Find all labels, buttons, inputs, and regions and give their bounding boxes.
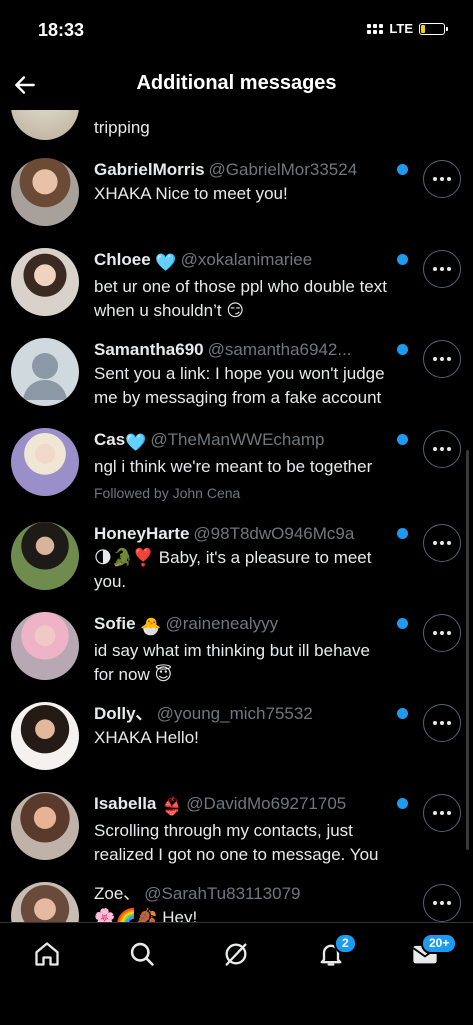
sender-handle: @SarahTu83113079: [144, 884, 301, 903]
sender-name: Isabella: [94, 794, 157, 813]
sender-handle: @TheManWWEchamp: [150, 430, 325, 449]
more-options-button[interactable]: [423, 524, 461, 562]
sender-handle: @samantha6942...: [207, 340, 352, 359]
more-options-button[interactable]: [423, 250, 461, 288]
name-emoji: 🐣: [140, 617, 162, 636]
more-options-button[interactable]: [423, 794, 461, 832]
conversation-list[interactable]: tripping GabrielMorris @GabrielMor33524 X…: [0, 110, 473, 922]
unread-dot: [397, 708, 408, 719]
network-label: LTE: [389, 21, 413, 36]
avatar: [11, 248, 79, 316]
unread-dot: [397, 434, 408, 445]
sender-name: HoneyHarte: [94, 524, 190, 543]
grok-icon[interactable]: [219, 937, 253, 971]
signal-icon: [367, 23, 384, 34]
conversation-row-partial[interactable]: tripping: [0, 110, 473, 140]
sender-handle: @young_mich75532: [156, 704, 313, 723]
more-options-button[interactable]: [423, 430, 461, 468]
more-options-button[interactable]: [423, 704, 461, 742]
scrollbar[interactable]: [466, 450, 469, 850]
conversation-row[interactable]: GabrielMorris @GabrielMor33524 XHAKA Nice…: [0, 158, 473, 248]
avatar: [11, 792, 79, 860]
avatar: [11, 158, 79, 226]
message-preview: XHAKA Hello!: [94, 728, 199, 747]
page-title: Additional messages: [136, 72, 337, 94]
battery-icon: [419, 22, 448, 35]
unread-dot: [397, 528, 408, 539]
sender-name: Zoe、: [94, 884, 141, 903]
more-options-button[interactable]: [423, 614, 461, 652]
sender-name: Sofie: [94, 614, 136, 633]
sender-handle: @GabrielMor33524: [208, 160, 358, 179]
name-emoji: 👙: [161, 797, 183, 816]
avatar: [11, 522, 79, 590]
sender-name: Samantha690: [94, 340, 204, 359]
name-emoji: 🩵: [125, 433, 147, 452]
sender-handle: @DavidMo69271705: [186, 794, 347, 813]
avatar: [11, 110, 79, 140]
more-options-button[interactable]: [423, 340, 461, 378]
avatar: [11, 612, 79, 680]
conversation-row[interactable]: Isabella 👙 @DavidMo69271705 Scrolling thr…: [0, 792, 473, 882]
header: Additional messages: [0, 60, 473, 110]
conversation-row[interactable]: Sofie 🐣 @rainenealyyy id say what im thin…: [0, 612, 473, 702]
avatar: [11, 702, 79, 770]
sender-name: Cas: [94, 430, 126, 449]
sender-handle: @xokalanimariee: [180, 250, 313, 269]
message-preview: tripping: [94, 118, 150, 137]
more-options-button[interactable]: [423, 884, 461, 922]
message-preview: 🌸🌈🍂 Hey!: [94, 908, 198, 922]
message-preview: bet ur one of those ppl who double text …: [94, 277, 387, 320]
more-options-button[interactable]: [423, 160, 461, 198]
message-preview: id say what im thinking but ill behave f…: [94, 641, 370, 684]
unread-dot: [397, 254, 408, 265]
conversation-row[interactable]: Dolly、 @young_mich75532 XHAKA Hello!: [0, 702, 473, 792]
conversation-row[interactable]: Zoe、 @SarahTu83113079 🌸🌈🍂 Hey!: [0, 882, 473, 922]
sender-name: Chloee: [94, 250, 151, 269]
avatar: [11, 428, 79, 496]
unread-dot: [397, 798, 408, 809]
sender-handle: @rainenealyyy: [165, 614, 279, 633]
message-preview: ngl i think we're meant to be together: [94, 457, 373, 476]
conversation-row[interactable]: Chloee 🩵 @xokalanimariee bet ur one of th…: [0, 248, 473, 338]
bottom-nav: 2 20+: [0, 922, 473, 1025]
messages-badge: 20+: [421, 933, 458, 954]
unread-dot: [397, 344, 408, 355]
sender-handle: @98T8dwO946Mc9a: [193, 524, 355, 543]
home-icon[interactable]: [30, 937, 64, 971]
search-icon[interactable]: [125, 937, 159, 971]
message-preview: XHAKA Nice to meet you!: [94, 184, 288, 203]
status-icons: LTE: [367, 21, 448, 36]
notifications-badge: 2: [334, 933, 357, 954]
conversation-row[interactable]: HoneyHarte @98T8dwO946Mc9a 🌗🐊❣️ Baby, it'…: [0, 522, 473, 612]
status-time: 18:33: [38, 20, 85, 40]
conversation-row[interactable]: Samantha690 @samantha6942... Sent you a l…: [0, 338, 473, 428]
message-preview: 🌗🐊❣️ Baby, it's a pleasure to meet you.: [94, 548, 372, 591]
sender-name: GabrielMorris: [94, 160, 205, 179]
unread-dot: [397, 618, 408, 629]
name-emoji: 🩵: [155, 253, 177, 272]
conversation-row[interactable]: Cas🩵 @TheManWWEchamp ngl i think we're me…: [0, 428, 473, 520]
unread-dot: [397, 164, 408, 175]
message-preview: Sent you a link: I hope you won't judge …: [94, 364, 385, 407]
message-preview: Scrolling through my contacts, just real…: [94, 821, 379, 864]
sender-name: Dolly、: [94, 704, 153, 723]
followed-by-text: Followed by John Cena: [94, 485, 241, 501]
status-bar: 18:33 LTE: [0, 0, 473, 60]
default-avatar-icon: [11, 338, 79, 406]
avatar: [11, 882, 79, 922]
